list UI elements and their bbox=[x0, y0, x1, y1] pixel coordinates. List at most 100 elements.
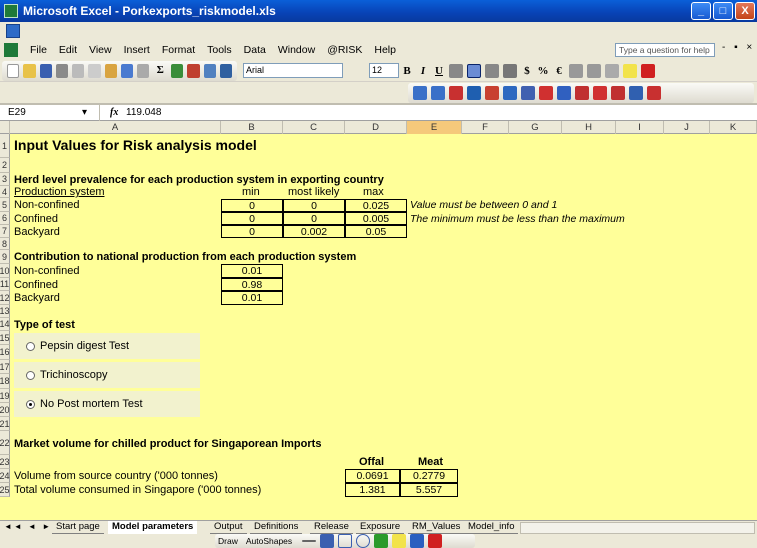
min-header[interactable]: min bbox=[242, 185, 260, 199]
maximize-button[interactable]: □ bbox=[713, 2, 733, 20]
menu-format[interactable]: Format bbox=[156, 44, 201, 56]
zoom-icon[interactable] bbox=[219, 63, 233, 78]
contribution-value-cell[interactable]: 0.98 bbox=[221, 278, 283, 291]
column-header-j[interactable]: J bbox=[664, 121, 710, 134]
column-header-g[interactable]: G bbox=[509, 121, 562, 134]
risk-correlate-icon[interactable] bbox=[485, 86, 499, 100]
menu-data[interactable]: Data bbox=[238, 44, 272, 56]
undo-icon[interactable] bbox=[120, 63, 133, 78]
borders-icon[interactable] bbox=[605, 63, 619, 78]
risk-report-icon[interactable] bbox=[647, 86, 661, 100]
font-size-select[interactable]: 12 bbox=[369, 63, 399, 78]
column-header-d[interactable]: D bbox=[345, 121, 407, 134]
menu-file[interactable]: File bbox=[24, 44, 53, 56]
column-header-h[interactable]: H bbox=[562, 121, 616, 134]
most-likely-header[interactable]: most likely bbox=[288, 185, 339, 199]
workbook-icon[interactable] bbox=[4, 43, 18, 57]
test-heading[interactable]: Type of test bbox=[14, 318, 75, 332]
production-system-label[interactable]: Production system bbox=[14, 185, 104, 199]
row-header[interactable]: 2 bbox=[0, 158, 10, 173]
rectangle-icon[interactable] bbox=[338, 534, 353, 548]
line-icon[interactable] bbox=[302, 540, 317, 542]
line-color-icon[interactable] bbox=[410, 534, 425, 548]
row-header[interactable]: 13 bbox=[0, 305, 10, 318]
chart-wizard-icon[interactable] bbox=[187, 63, 200, 78]
menu-insert[interactable]: Insert bbox=[118, 44, 156, 56]
prevalence-likely-cell[interactable]: 0 bbox=[283, 199, 345, 212]
tab-model-parameters[interactable]: Model parameters bbox=[108, 521, 198, 534]
tab-start-page[interactable]: Start page bbox=[52, 521, 104, 534]
tab-exposure[interactable]: Exposure bbox=[356, 521, 405, 534]
print-icon[interactable] bbox=[55, 63, 69, 78]
column-header-e[interactable]: E bbox=[407, 121, 462, 134]
prevalence-row-label[interactable]: Backyard bbox=[14, 225, 60, 239]
font-color-icon[interactable] bbox=[641, 63, 655, 78]
row-header[interactable]: 19 bbox=[0, 389, 10, 403]
prevalence-max-cell[interactable]: 0.05 bbox=[345, 225, 407, 238]
prevalence-min-cell[interactable]: 0 bbox=[221, 225, 283, 238]
market-heading[interactable]: Market volume for chilled product for Si… bbox=[14, 437, 321, 451]
risk-scenario-icon[interactable] bbox=[593, 86, 607, 100]
risk-simulate-icon[interactable] bbox=[539, 86, 553, 100]
row-header[interactable]: 5 bbox=[0, 198, 10, 212]
column-header-a[interactable]: A bbox=[10, 121, 221, 134]
bold-button[interactable]: B bbox=[399, 65, 415, 77]
align-center-icon[interactable] bbox=[467, 63, 481, 78]
prevalence-likely-cell[interactable]: 0 bbox=[283, 212, 345, 225]
document-icon[interactable] bbox=[6, 24, 20, 38]
prevalence-row-label[interactable]: Confined bbox=[14, 212, 58, 226]
contribution-value-cell[interactable]: 0.01 bbox=[221, 291, 283, 305]
currency-button[interactable]: $ bbox=[519, 65, 535, 77]
row-header[interactable]: 17 bbox=[0, 360, 10, 374]
column-header-f[interactable]: F bbox=[462, 121, 509, 134]
arrow-icon[interactable] bbox=[320, 534, 335, 548]
chevron-down-icon[interactable]: ▾ bbox=[82, 105, 87, 120]
menu-edit[interactable]: Edit bbox=[53, 44, 83, 56]
minimize-button[interactable]: _ bbox=[691, 2, 711, 20]
risk-chart-icon[interactable] bbox=[467, 86, 481, 100]
market-offal-cell[interactable]: 0.0691 bbox=[345, 469, 400, 483]
row-header[interactable]: 14 bbox=[0, 318, 10, 331]
row-header[interactable]: 8 bbox=[0, 238, 10, 250]
tab-release[interactable]: Release bbox=[310, 521, 353, 534]
column-header-k[interactable]: K bbox=[710, 121, 757, 134]
meat-header[interactable]: Meat bbox=[418, 455, 443, 469]
prevalence-max-cell[interactable]: 0.025 bbox=[345, 199, 407, 212]
row-header[interactable]: 7 bbox=[0, 225, 10, 238]
font-color-icon[interactable] bbox=[428, 534, 443, 548]
radio-unselected-icon[interactable] bbox=[26, 341, 35, 351]
row-header[interactable]: 10 bbox=[0, 264, 10, 278]
column-header-i[interactable]: I bbox=[616, 121, 664, 134]
risk-results-icon[interactable] bbox=[557, 86, 571, 100]
workbook-window-controls[interactable]: - ▪ × bbox=[722, 42, 755, 53]
row-header[interactable]: 23 bbox=[0, 455, 10, 469]
redo-icon[interactable] bbox=[137, 63, 150, 78]
drawing-icon[interactable] bbox=[203, 63, 216, 78]
row-header[interactable]: 12 bbox=[0, 291, 10, 305]
risk-list-icon[interactable] bbox=[503, 86, 517, 100]
open-icon[interactable] bbox=[23, 63, 36, 78]
menu-tools[interactable]: Tools bbox=[201, 44, 238, 56]
contribution-row-label[interactable]: Confined bbox=[14, 278, 58, 292]
cut-icon[interactable] bbox=[72, 63, 85, 78]
contribution-heading[interactable]: Contribution to national production from… bbox=[14, 250, 356, 264]
prevalence-row-label[interactable]: Non-confined bbox=[14, 198, 79, 212]
tab-rm-values[interactable]: RM_Values bbox=[408, 521, 465, 534]
worksheet-grid[interactable]: A B C D E F G H I J K 1 2 3 4 5 6 7 8 9 … bbox=[0, 121, 757, 520]
market-meat-cell[interactable]: 5.557 bbox=[400, 483, 458, 497]
contribution-row-label[interactable]: Backyard bbox=[14, 291, 60, 305]
row-header[interactable]: 18 bbox=[0, 374, 10, 389]
close-button[interactable]: X bbox=[735, 2, 755, 20]
prevalence-min-cell[interactable]: 0 bbox=[221, 212, 283, 225]
autosum-icon[interactable]: Σ bbox=[153, 64, 167, 78]
fill-color-icon[interactable] bbox=[623, 63, 637, 78]
prevalence-likely-cell[interactable]: 0.002 bbox=[283, 225, 345, 238]
increase-decimal-icon[interactable] bbox=[569, 63, 583, 78]
risk-settings-icon[interactable] bbox=[629, 86, 643, 100]
risk-summary-icon[interactable] bbox=[611, 86, 625, 100]
radio-unselected-icon[interactable] bbox=[26, 370, 35, 380]
menu-window[interactable]: Window bbox=[272, 44, 321, 56]
row-header[interactable]: 21 bbox=[0, 417, 10, 431]
contribution-value-cell[interactable]: 0.01 bbox=[221, 264, 283, 278]
sheet-title[interactable]: Input Values for Risk analysis model bbox=[14, 138, 257, 152]
